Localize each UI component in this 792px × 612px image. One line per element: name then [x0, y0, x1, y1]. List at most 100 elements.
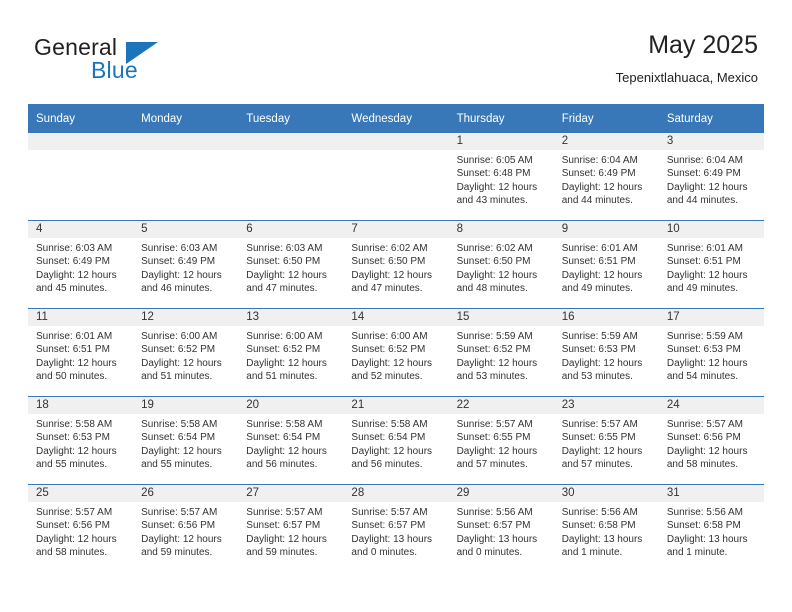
sunset-text: Sunset: 6:54 PM — [246, 432, 321, 444]
day-number — [238, 133, 344, 150]
sunrise-text: Sunrise: 5:57 AM — [456, 419, 533, 430]
sunset-text: Sunset: 6:54 PM — [351, 432, 426, 444]
day-details: Sunrise: 5:56 AM Sunset: 6:57 PM Daylight:… — [449, 502, 554, 560]
day-number: 31 — [658, 485, 764, 502]
day-details: Sunrise: 5:59 AM Sunset: 6:53 PM Daylight:… — [659, 326, 764, 384]
day-number: 14 — [343, 309, 449, 326]
sunrise-text: Sunrise: 5:56 AM — [561, 507, 638, 518]
calendar-day-cell[interactable]: 31 Sunrise: 5:56 AM Sunset: 6:58 PM Dayligh… — [658, 484, 764, 572]
calendar-week-row: 25 Sunrise: 5:57 AM Sunset: 6:56 PM Dayligh… — [28, 484, 764, 572]
daylight-text: Daylight: 12 hours and 51 minutes. — [141, 357, 222, 383]
calendar-day-cell[interactable]: 4 Sunrise: 6:03 AM Sunset: 6:49 PM Daylight… — [28, 220, 134, 309]
sunset-text: Sunset: 6:58 PM — [561, 520, 636, 532]
sunset-text: Sunset: 6:53 PM — [36, 432, 110, 444]
day-details: Sunrise: 6:02 AM Sunset: 6:50 PM Daylight:… — [343, 238, 448, 296]
calendar-day-cell[interactable]: 25 Sunrise: 5:57 AM Sunset: 6:56 PM Dayligh… — [28, 484, 134, 572]
sunset-text: Sunset: 6:57 PM — [246, 520, 321, 532]
sunset-text: Sunset: 6:57 PM — [351, 520, 426, 532]
sunrise-text: Sunrise: 5:59 AM — [456, 331, 533, 342]
day-details: Sunrise: 5:57 AM Sunset: 6:57 PM Daylight:… — [343, 502, 448, 560]
day-details: Sunrise: 6:03 AM Sunset: 6:50 PM Daylight:… — [238, 238, 343, 296]
daylight-text: Daylight: 12 hours and 43 minutes. — [456, 181, 538, 207]
calendar-day-cell[interactable]: 12 Sunrise: 6:00 AM Sunset: 6:52 PM Dayligh… — [133, 308, 239, 397]
calendar-day-cell[interactable]: 8 Sunrise: 6:02 AM Sunset: 6:50 PM Daylight… — [448, 220, 554, 309]
calendar-day-cell[interactable]: 19 Sunrise: 5:58 AM Sunset: 6:54 PM Dayligh… — [133, 396, 239, 485]
day-details: Sunrise: 6:01 AM Sunset: 6:51 PM Daylight:… — [659, 238, 764, 296]
calendar-week-row: 18 Sunrise: 5:58 AM Sunset: 6:53 PM Dayligh… — [28, 396, 764, 485]
sunset-text: Sunset: 6:52 PM — [456, 344, 531, 356]
calendar-day-cell[interactable]: 3 Sunrise: 6:04 AM Sunset: 6:49 PM Daylight… — [658, 133, 764, 221]
sunset-text: Sunset: 6:56 PM — [141, 520, 216, 532]
day-details: Sunrise: 5:59 AM Sunset: 6:52 PM Daylight:… — [449, 326, 554, 384]
calendar-day-cell[interactable]: 15 Sunrise: 5:59 AM Sunset: 6:52 PM Dayligh… — [448, 308, 554, 397]
daylight-text: Daylight: 12 hours and 50 minutes. — [36, 357, 117, 383]
sunrise-text: Sunrise: 6:05 AM — [456, 155, 533, 166]
calendar-day-cell[interactable]: 22 Sunrise: 5:57 AM Sunset: 6:55 PM Dayligh… — [448, 396, 554, 485]
sunrise-text: Sunrise: 6:01 AM — [666, 243, 743, 254]
calendar-day-cell[interactable]: 5 Sunrise: 6:03 AM Sunset: 6:49 PM Daylight… — [133, 220, 239, 309]
day-number: 26 — [133, 485, 239, 502]
day-number: 25 — [28, 485, 134, 502]
sunrise-text: Sunrise: 6:03 AM — [141, 243, 218, 254]
calendar-day-cell[interactable]: 14 Sunrise: 6:00 AM Sunset: 6:52 PM Dayligh… — [343, 308, 449, 397]
day-number: 17 — [658, 309, 764, 326]
sunset-text: Sunset: 6:55 PM — [456, 432, 531, 444]
daylight-text: Daylight: 12 hours and 55 minutes. — [36, 445, 117, 471]
sunset-text: Sunset: 6:49 PM — [561, 168, 636, 180]
title-block: May 2025 Tepenixtlahuaca, Mexico — [616, 30, 758, 87]
calendar-page: General Blue May 2025 Tepenixtlahuaca, M… — [0, 0, 792, 612]
daylight-text: Daylight: 12 hours and 53 minutes. — [456, 357, 538, 383]
sunrise-text: Sunrise: 5:57 AM — [666, 419, 743, 430]
sunrise-text: Sunrise: 5:56 AM — [666, 507, 743, 518]
daylight-text: Daylight: 12 hours and 49 minutes. — [666, 269, 748, 295]
day-number: 23 — [553, 397, 659, 414]
calendar-day-cell[interactable]: 2 Sunrise: 6:04 AM Sunset: 6:49 PM Daylight… — [553, 133, 659, 221]
calendar-day-cell[interactable]: 17 Sunrise: 5:59 AM Sunset: 6:53 PM Dayligh… — [658, 308, 764, 397]
day-details: Sunrise: 5:56 AM Sunset: 6:58 PM Daylight:… — [554, 502, 659, 560]
calendar-week-row: 11 Sunrise: 6:01 AM Sunset: 6:51 PM Dayligh… — [28, 308, 764, 397]
day-details: Sunrise: 5:58 AM Sunset: 6:54 PM Daylight:… — [238, 414, 343, 472]
calendar-cell-empty — [343, 133, 449, 221]
day-details: Sunrise: 5:57 AM Sunset: 6:57 PM Daylight:… — [238, 502, 343, 560]
day-number: 15 — [448, 309, 554, 326]
daylight-text: Daylight: 12 hours and 59 minutes. — [246, 533, 327, 559]
daylight-text: Daylight: 12 hours and 44 minutes. — [561, 181, 643, 207]
calendar-day-cell[interactable]: 24 Sunrise: 5:57 AM Sunset: 6:56 PM Dayligh… — [658, 396, 764, 485]
calendar-day-cell[interactable]: 27 Sunrise: 5:57 AM Sunset: 6:57 PM Dayligh… — [238, 484, 344, 572]
calendar-day-cell[interactable]: 16 Sunrise: 5:59 AM Sunset: 6:53 PM Dayligh… — [553, 308, 659, 397]
day-details: Sunrise: 6:00 AM Sunset: 6:52 PM Daylight:… — [133, 326, 238, 384]
calendar-day-cell[interactable]: 18 Sunrise: 5:58 AM Sunset: 6:53 PM Dayligh… — [28, 396, 134, 485]
weekday-header-saturday: Saturday — [658, 104, 764, 133]
daylight-text: Daylight: 12 hours and 57 minutes. — [561, 445, 643, 471]
calendar-day-cell[interactable]: 11 Sunrise: 6:01 AM Sunset: 6:51 PM Dayligh… — [28, 308, 134, 397]
daylight-text: Daylight: 12 hours and 48 minutes. — [456, 269, 538, 295]
day-details: Sunrise: 6:00 AM Sunset: 6:52 PM Daylight:… — [343, 326, 448, 384]
daylight-text: Daylight: 13 hours and 0 minutes. — [456, 533, 538, 559]
calendar-day-cell[interactable]: 23 Sunrise: 5:57 AM Sunset: 6:55 PM Dayligh… — [553, 396, 659, 485]
day-number: 28 — [343, 485, 449, 502]
day-number: 4 — [28, 221, 134, 238]
sunrise-text: Sunrise: 6:00 AM — [351, 331, 428, 342]
sunrise-text: Sunrise: 6:03 AM — [246, 243, 323, 254]
day-details: Sunrise: 5:57 AM Sunset: 6:55 PM Daylight:… — [449, 414, 554, 472]
sunrise-text: Sunrise: 5:58 AM — [36, 419, 113, 430]
calendar-day-cell[interactable]: 29 Sunrise: 5:56 AM Sunset: 6:57 PM Dayligh… — [448, 484, 554, 572]
calendar-day-cell[interactable]: 7 Sunrise: 6:02 AM Sunset: 6:50 PM Daylight… — [343, 220, 449, 309]
calendar-day-cell[interactable]: 28 Sunrise: 5:57 AM Sunset: 6:57 PM Dayligh… — [343, 484, 449, 572]
sunrise-text: Sunrise: 5:57 AM — [246, 507, 323, 518]
calendar-day-cell[interactable]: 10 Sunrise: 6:01 AM Sunset: 6:51 PM Dayligh… — [658, 220, 764, 309]
calendar-day-cell[interactable]: 30 Sunrise: 5:56 AM Sunset: 6:58 PM Dayligh… — [553, 484, 659, 572]
calendar-day-cell[interactable]: 13 Sunrise: 6:00 AM Sunset: 6:52 PM Dayligh… — [238, 308, 344, 397]
daylight-text: Daylight: 12 hours and 47 minutes. — [351, 269, 433, 295]
daylight-text: Daylight: 12 hours and 53 minutes. — [561, 357, 643, 383]
calendar-day-cell[interactable]: 6 Sunrise: 6:03 AM Sunset: 6:50 PM Daylight… — [238, 220, 344, 309]
calendar-week-row: 1 Sunrise: 6:05 AM Sunset: 6:48 PM Daylight… — [28, 133, 764, 221]
daylight-text: Daylight: 12 hours and 44 minutes. — [666, 181, 748, 207]
calendar-day-cell[interactable]: 20 Sunrise: 5:58 AM Sunset: 6:54 PM Dayligh… — [238, 396, 344, 485]
page-title: May 2025 — [648, 31, 758, 59]
calendar-day-cell[interactable]: 21 Sunrise: 5:58 AM Sunset: 6:54 PM Dayligh… — [343, 396, 449, 485]
calendar-day-cell[interactable]: 1 Sunrise: 6:05 AM Sunset: 6:48 PM Daylight… — [448, 133, 554, 221]
calendar-day-cell[interactable]: 26 Sunrise: 5:57 AM Sunset: 6:56 PM Dayligh… — [133, 484, 239, 572]
calendar-day-cell[interactable]: 9 Sunrise: 6:01 AM Sunset: 6:51 PM Daylight… — [553, 220, 659, 309]
sunset-text: Sunset: 6:54 PM — [141, 432, 216, 444]
